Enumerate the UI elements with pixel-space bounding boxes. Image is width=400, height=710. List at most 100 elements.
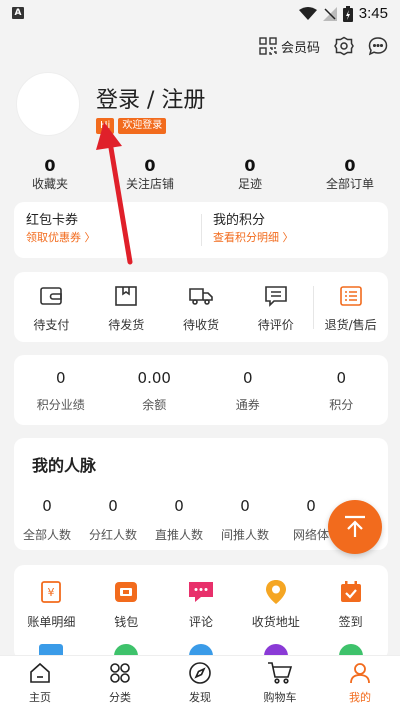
network-value: 0 — [108, 497, 118, 515]
network-dividend[interactable]: 0 分红人数 — [80, 496, 146, 543]
purse-icon — [115, 582, 138, 602]
footprint-counter[interactable]: 0 足迹 — [200, 156, 300, 192]
points-detail-link[interactable]: 查看积分明细 〉 — [213, 230, 376, 246]
points[interactable]: 0 积分 — [295, 368, 389, 413]
order-returns-aftersales[interactable]: 退货/售后 — [313, 282, 388, 333]
wallet[interactable]: 钱包 — [89, 579, 164, 630]
order-label: 待收货 — [182, 317, 219, 332]
location-icon — [265, 580, 286, 604]
message-icon[interactable] — [368, 36, 388, 56]
counter-value: 0 — [44, 156, 56, 175]
comments[interactable]: 评论 — [164, 579, 239, 630]
qr-code-icon — [259, 37, 277, 55]
home-icon — [30, 662, 50, 683]
my-points[interactable]: 我的积分 查看积分明细 〉 — [201, 202, 388, 258]
check-in[interactable]: 签到 — [313, 579, 388, 630]
comment-icon — [264, 285, 287, 307]
status-icons: 3:45 — [298, 5, 388, 22]
calendar-check-icon — [340, 581, 361, 602]
login-register-link[interactable]: 登录 / 注册 — [96, 82, 205, 114]
box-icon — [115, 285, 137, 306]
chat-icon — [188, 582, 213, 602]
tab-label: 购物车 — [263, 691, 297, 704]
red-packet-coupons[interactable]: 红包卡券 领取优惠券 〉 — [14, 202, 201, 258]
order-label: 退货/售后 — [324, 317, 377, 332]
back-to-top-button[interactable] — [328, 500, 382, 554]
points-performance[interactable]: 0 积分业绩 — [14, 368, 108, 413]
profile-icon — [350, 663, 370, 684]
points-title: 我的积分 — [213, 213, 266, 228]
status-bar: A 3:45 — [0, 0, 400, 28]
network-label: 直推人数 — [154, 528, 203, 542]
network-indirect[interactable]: 0 间推人数 — [212, 496, 278, 543]
app-notification-icon: A — [12, 7, 24, 19]
tool-label: 收货地址 — [251, 615, 300, 629]
tab-label: 主页 — [29, 691, 51, 704]
asset-label: 余额 — [142, 397, 167, 412]
tab-cart[interactable]: 购物车 — [240, 656, 320, 710]
counter-label: 收藏夹 — [31, 177, 68, 191]
network-direct[interactable]: 0 直推人数 — [146, 496, 212, 543]
order-pending-payment[interactable]: 待支付 — [14, 282, 89, 333]
tool-label: 账单明细 — [27, 615, 76, 629]
tab-mine[interactable]: 我的 — [320, 656, 400, 710]
clock: 3:45 — [358, 5, 388, 22]
truck-icon — [189, 287, 213, 305]
compass-icon — [189, 662, 211, 684]
bill-details[interactable]: ¥ 账单明细 — [14, 579, 89, 630]
hi-badge: Hi — [96, 118, 115, 134]
asset-value: 0 — [336, 368, 347, 387]
asset-value: 0.00 — [137, 368, 171, 387]
settings-gear-icon[interactable] — [334, 36, 354, 56]
tab-home[interactable]: 主页 — [0, 656, 80, 710]
bottom-tab-bar: 主页 分类 发现 购物车 我的 — [0, 655, 400, 710]
tab-discover[interactable]: 发现 — [160, 656, 240, 710]
assets-card: 0 积分业绩 0.00 余额 0 通券 0 积分 — [14, 355, 388, 425]
followed-stores-counter[interactable]: 0 关注店铺 — [100, 156, 200, 192]
general-vouchers[interactable]: 0 通券 — [201, 368, 295, 413]
top-actions: 会员码 — [259, 36, 388, 56]
counter-value: 0 — [144, 156, 156, 175]
order-label: 待发货 — [108, 317, 145, 332]
asset-label: 通券 — [235, 397, 260, 412]
order-label: 待评价 — [257, 317, 294, 332]
tab-label: 我的 — [349, 691, 371, 704]
counter-value: 0 — [344, 156, 356, 175]
order-pending-review[interactable]: 待评价 — [238, 282, 313, 333]
order-label: 待支付 — [33, 317, 70, 332]
all-orders-counter[interactable]: 0 全部订单 — [300, 156, 400, 192]
tab-label: 分类 — [109, 691, 131, 704]
balance[interactable]: 0.00 余额 — [108, 368, 202, 413]
tools-card: ¥ 账单明细 钱包 评论 收货地址 签到 — [14, 565, 388, 660]
tab-label: 发现 — [189, 691, 211, 704]
shipping-address[interactable]: 收货地址 — [238, 579, 313, 630]
network-label: 间推人数 — [220, 528, 269, 542]
battery-charging-icon — [342, 5, 353, 22]
category-icon — [110, 663, 130, 683]
tool-label: 钱包 — [114, 615, 139, 629]
order-pending-receipt[interactable]: 待收货 — [164, 282, 239, 333]
tool-label: 评论 — [188, 615, 213, 629]
network-title: 我的人脉 — [32, 456, 97, 475]
network-total[interactable]: 0 全部人数 — [14, 496, 80, 543]
profile-header: 登录 / 注册 Hi 欢迎登录 — [16, 72, 386, 152]
avatar[interactable] — [16, 72, 80, 136]
svg-text:¥: ¥ — [48, 586, 55, 599]
asset-value: 0 — [242, 368, 253, 387]
tool-label: 签到 — [338, 615, 363, 629]
order-pending-shipment[interactable]: 待发货 — [89, 282, 164, 333]
coupons-points-card: 红包卡券 领取优惠券 〉 我的积分 查看积分明细 〉 — [14, 202, 388, 258]
stats-row: 0 收藏夹 0 关注店铺 0 足迹 0 全部订单 — [0, 156, 400, 192]
bill-icon: ¥ — [41, 581, 62, 603]
asset-value: 0 — [55, 368, 66, 387]
network-value: 0 — [42, 497, 52, 515]
favorites-counter[interactable]: 0 收藏夹 — [0, 156, 100, 192]
asset-label: 积分业绩 — [36, 397, 85, 412]
tab-category[interactable]: 分类 — [80, 656, 160, 710]
coupons-title: 红包卡券 — [26, 213, 79, 228]
counter-label: 全部订单 — [325, 177, 374, 191]
welcome-login-badge[interactable]: 欢迎登录 — [118, 118, 167, 134]
claim-coupons-link[interactable]: 领取优惠券 〉 — [26, 230, 189, 246]
asset-label: 积分 — [329, 397, 354, 412]
member-code-button[interactable]: 会员码 — [259, 37, 320, 56]
